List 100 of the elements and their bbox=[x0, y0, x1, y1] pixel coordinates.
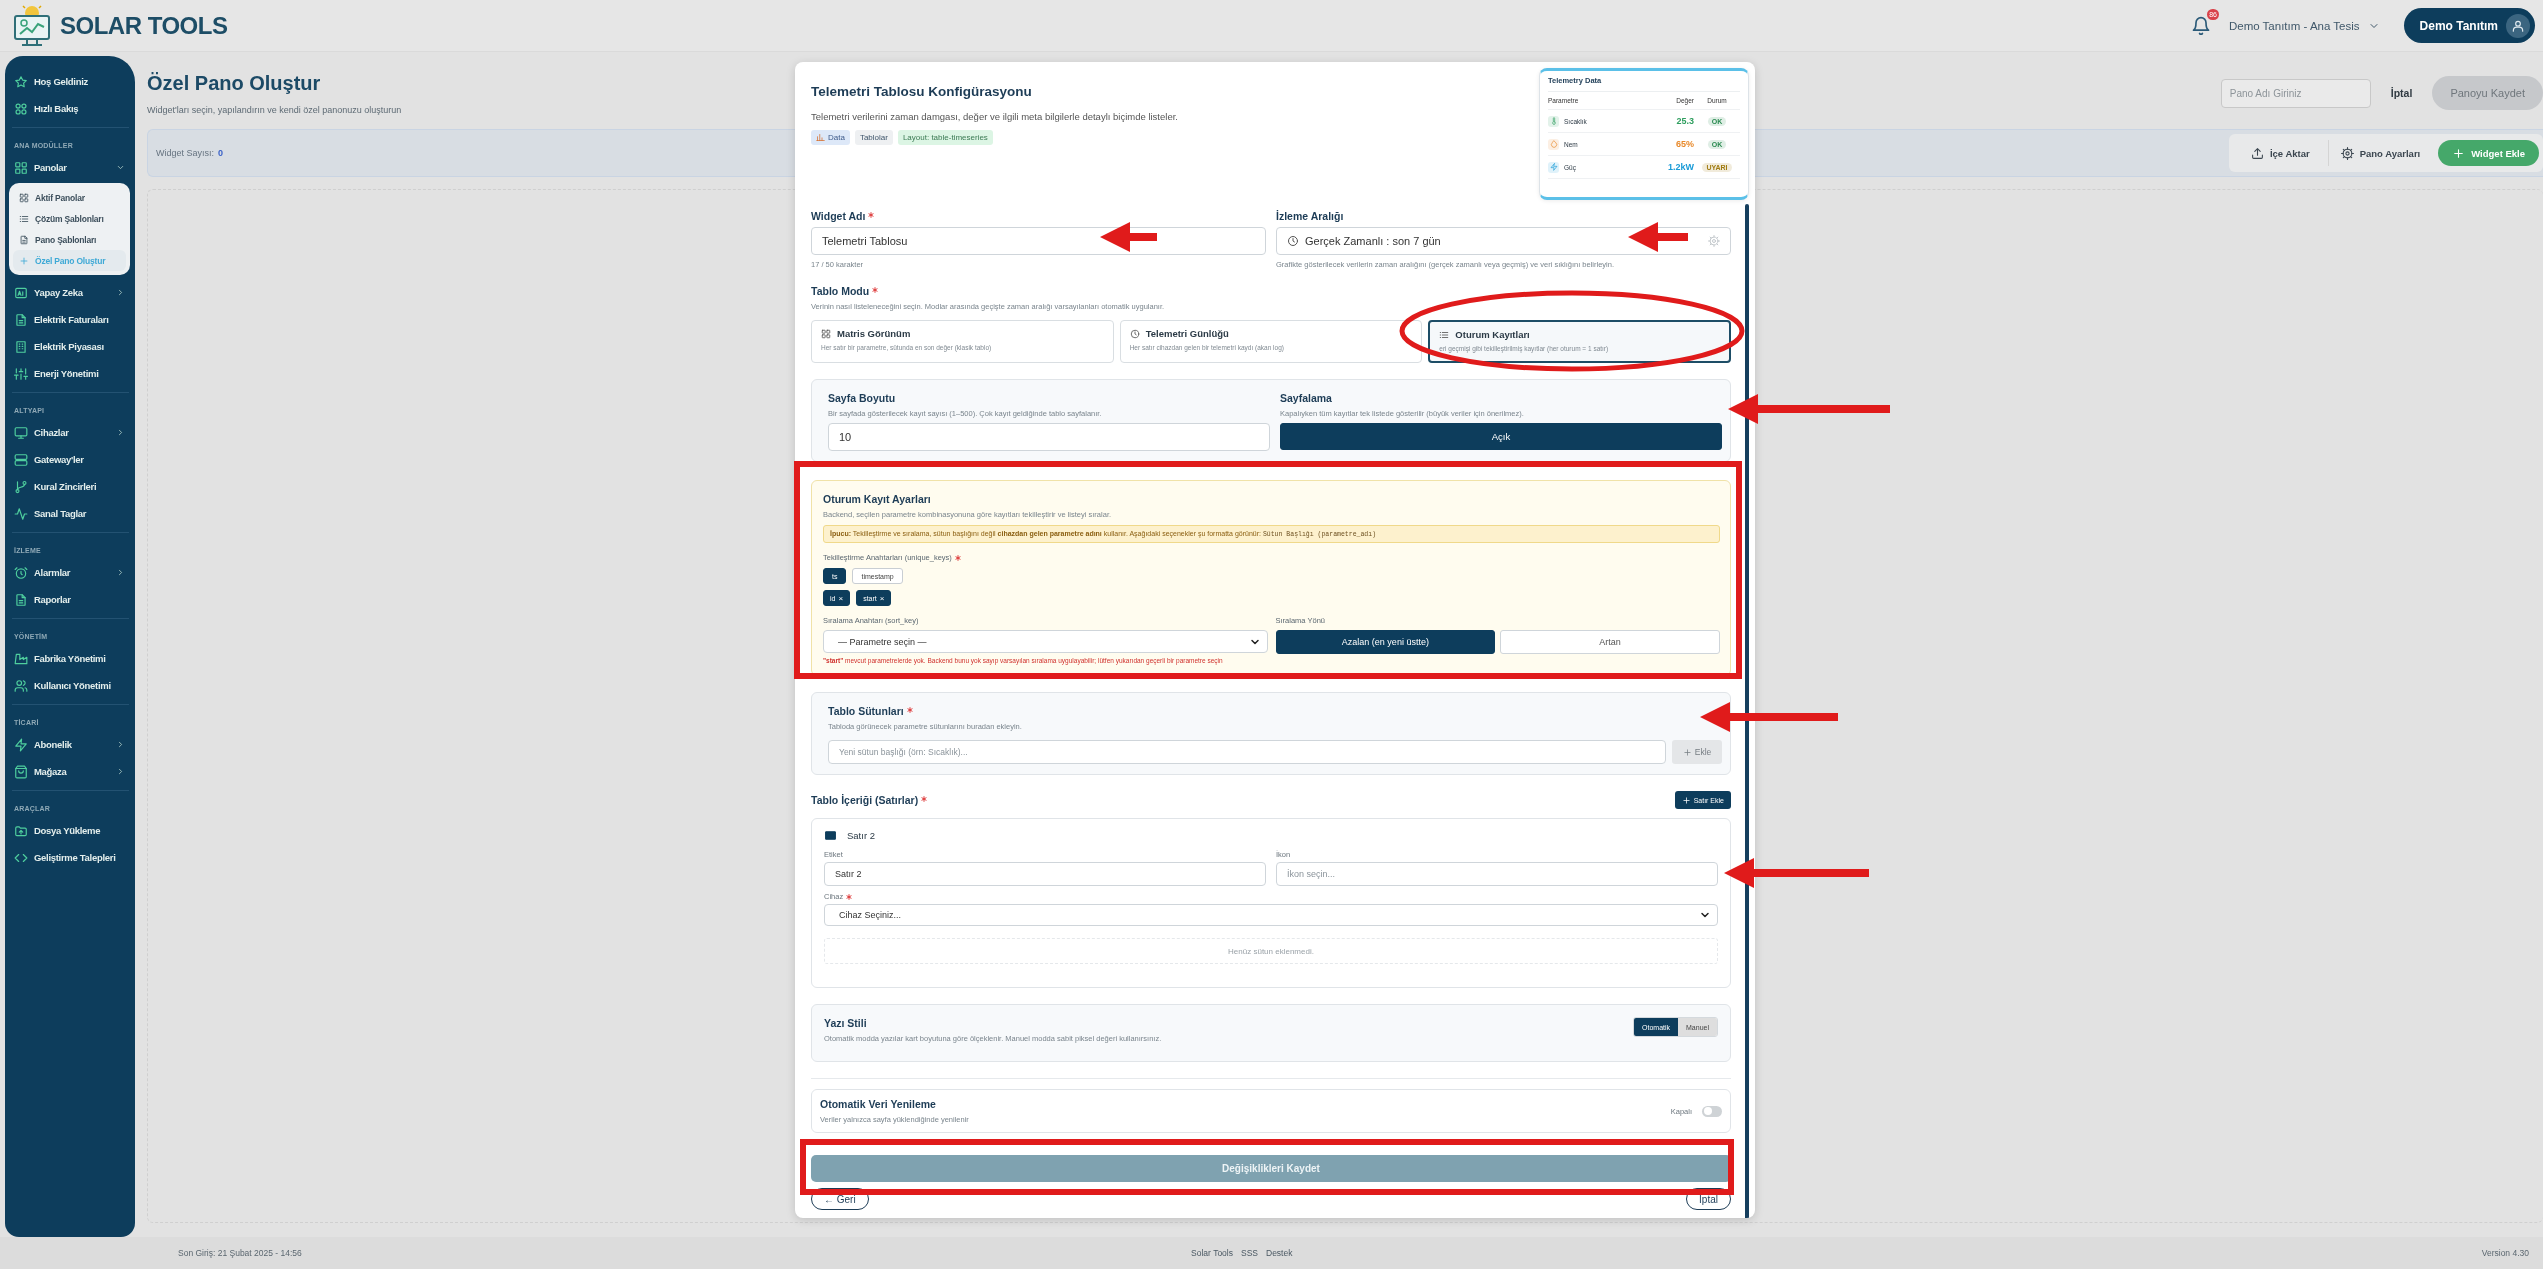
paging-toggle-button[interactable]: Açık bbox=[1280, 423, 1722, 450]
monitor-icon bbox=[14, 425, 28, 440]
sort-direction-button[interactable]: Azalan (en yeni üstte) bbox=[1275, 630, 1496, 654]
option-title: Oturum Kayıtları bbox=[1455, 329, 1530, 340]
column-title-field[interactable]: Yeni sütun başlığı (örn: Sıcaklık)... bbox=[828, 740, 1666, 764]
section-title: Oturum Kayıt Ayarları bbox=[823, 493, 932, 505]
sidebar-item[interactable]: Geliştirme Talepleri bbox=[12, 844, 129, 871]
sidebar-item[interactable]: Enerji Yönetimi bbox=[12, 360, 129, 387]
option-title: Matris Görünüm bbox=[837, 328, 911, 339]
circles-grid-icon bbox=[14, 101, 28, 116]
version-text: Version 4.30 bbox=[2481, 1248, 2529, 1258]
sidebar-item[interactable]: Fabrika Yönetimi bbox=[12, 645, 129, 672]
document-icon bbox=[14, 592, 28, 607]
remove-button[interactable]: × bbox=[838, 593, 844, 603]
cancel-button[interactable]: İptal bbox=[2390, 87, 2413, 99]
plus-icon bbox=[2452, 146, 2466, 160]
table-cell-text: 1.2kW bbox=[1667, 162, 1694, 172]
tag: Data bbox=[811, 130, 850, 145]
star-icon bbox=[14, 74, 28, 89]
dialog-title: Telemetri Tablosu Konfigürasyonu bbox=[811, 84, 1033, 99]
footer-link[interactable]: Solar Tools bbox=[1191, 1248, 1233, 1258]
sidebar-item[interactable]: Cihazlar bbox=[12, 419, 129, 446]
bar-chart-icon bbox=[816, 133, 825, 142]
last-login-text: Son Giriş: 21 Şubat 2025 - 14:56 bbox=[178, 1248, 302, 1258]
section-title: Otomatik Veri Yenileme bbox=[820, 1098, 937, 1110]
sidebar-item[interactable]: Kural Zincirleri bbox=[12, 473, 129, 500]
tenant-dropdown[interactable]: Demo Tanıtım - Ana Tesis bbox=[2228, 19, 2380, 32]
list-icon bbox=[1439, 329, 1450, 340]
submenu-item[interactable]: Çözüm Şablonları bbox=[13, 208, 126, 229]
toolbar-button[interactable]: Pano Ayarları bbox=[2327, 140, 2433, 166]
clock-icon bbox=[1287, 235, 1299, 247]
settings-icon bbox=[1708, 235, 1720, 247]
field-label: Sayfa Boyutu bbox=[828, 392, 897, 404]
page-size-field[interactable]: 10 bbox=[828, 423, 1270, 451]
document-icon bbox=[14, 312, 28, 327]
alarm-clock-icon bbox=[14, 565, 28, 580]
notification-icon[interactable] bbox=[2190, 15, 2211, 36]
plus-icon bbox=[19, 255, 29, 266]
dialog-description: Telemetri verilerini zaman damgası, değer ve ilgili meta bilgilerle detaylı biçimde listeler. bbox=[811, 111, 1178, 122]
field-label: Sayfalama bbox=[1280, 392, 1333, 404]
shopping-bag-icon bbox=[14, 764, 28, 779]
table-cell-text: 65% bbox=[1675, 139, 1694, 149]
sidebar-item[interactable]: Sanal Taglar bbox=[12, 500, 129, 527]
device-dropdown[interactable]: Cihaz Seçiniz... bbox=[824, 904, 1718, 926]
lightning-icon bbox=[14, 737, 28, 752]
remove-button[interactable]: × bbox=[879, 593, 885, 603]
sort-direction-button[interactable]: Artan bbox=[1500, 630, 1720, 654]
submenu-item[interactable]: Aktif Panolar bbox=[13, 187, 126, 208]
widget-count-label: Widget Sayısı: bbox=[156, 148, 215, 158]
row-label-field[interactable]: Satır 2 bbox=[824, 862, 1266, 886]
sidebar-item[interactable]: Kullanıcı Yönetimi bbox=[12, 672, 129, 699]
sort-key-dropdown[interactable]: — Parametre seçin — bbox=[823, 630, 1268, 653]
upload-icon bbox=[2250, 146, 2264, 160]
clock-icon bbox=[1129, 328, 1140, 339]
sidebar-item[interactable]: Elektrik Piyasası bbox=[12, 333, 129, 360]
field-label: Tablo Modu bbox=[811, 285, 870, 297]
widget-name-field[interactable]: Telemetri Tablosu bbox=[811, 227, 1266, 255]
plus-icon bbox=[1682, 747, 1692, 757]
sidebar-item[interactable]: Alarmlar bbox=[12, 559, 129, 586]
sidebar-item[interactable]: Abonelik bbox=[12, 731, 129, 758]
user-icon bbox=[2511, 18, 2525, 33]
grid-icon bbox=[14, 160, 28, 175]
sidebar-item[interactable]: Gateway'ler bbox=[12, 446, 129, 473]
sidebar-item[interactable]: Raporlar bbox=[12, 586, 129, 613]
row-title: Satır 2 bbox=[847, 830, 875, 841]
icon-picker-field[interactable]: İkon seçin... bbox=[1276, 862, 1718, 886]
branch-icon bbox=[14, 479, 28, 494]
toggle-switch[interactable] bbox=[1702, 1105, 1722, 1117]
sidebar-item[interactable]: Dosya Yükleme bbox=[12, 817, 129, 844]
grid-icon bbox=[821, 328, 831, 339]
sidebar-item[interactable]: Panolar bbox=[12, 154, 129, 181]
page-subtitle: Widget'ları seçin, yapılandırın ve kendi özel panonuzu oluşturun bbox=[147, 105, 402, 115]
sliders-icon bbox=[14, 366, 28, 381]
footer-link[interactable]: Destek bbox=[1266, 1248, 1293, 1258]
user-menu-button[interactable]: Demo Tanıtım bbox=[2403, 8, 2535, 43]
grid-icon bbox=[19, 192, 29, 203]
sidebar-item[interactable]: Yapay Zeka bbox=[12, 279, 129, 306]
section-title: Yazı Stili bbox=[824, 1017, 868, 1029]
pulse-icon bbox=[14, 506, 28, 521]
server-icon bbox=[14, 452, 28, 467]
footer-link[interactable]: SSS bbox=[1241, 1248, 1258, 1258]
toolbar-button[interactable]: İçe Aktar bbox=[2238, 140, 2322, 166]
page-title: Özel Pano Oluştur bbox=[147, 72, 322, 95]
annotation-arrow bbox=[1628, 222, 1688, 252]
widget-count: 0 bbox=[218, 148, 224, 158]
dashboard-name-field[interactable]: Pano Adı Giriniz bbox=[2220, 78, 2371, 108]
sidebar-item[interactable]: Hızlı Bakış bbox=[12, 95, 129, 122]
time-range-field[interactable]: Gerçek Zamanlı : son 7 gün bbox=[1276, 227, 1731, 255]
factory-icon bbox=[14, 651, 28, 666]
sidebar-item[interactable]: Mağaza bbox=[12, 758, 129, 785]
sidebar-item[interactable]: Hoş Geldiniz bbox=[12, 68, 129, 95]
annotation-arrow bbox=[1100, 222, 1157, 252]
sidebar-item[interactable]: Elektrik Faturaları bbox=[12, 306, 129, 333]
empty-state-text: Henüz sütun eklenmedi. bbox=[824, 938, 1718, 964]
plus-icon bbox=[1681, 795, 1691, 805]
submenu-item[interactable]: Pano Şablonları bbox=[13, 229, 126, 250]
logo-icon bbox=[12, 3, 52, 48]
tag: Layout: table-timeseries bbox=[897, 130, 993, 145]
ai-icon bbox=[14, 285, 28, 300]
building-icon bbox=[14, 339, 28, 354]
